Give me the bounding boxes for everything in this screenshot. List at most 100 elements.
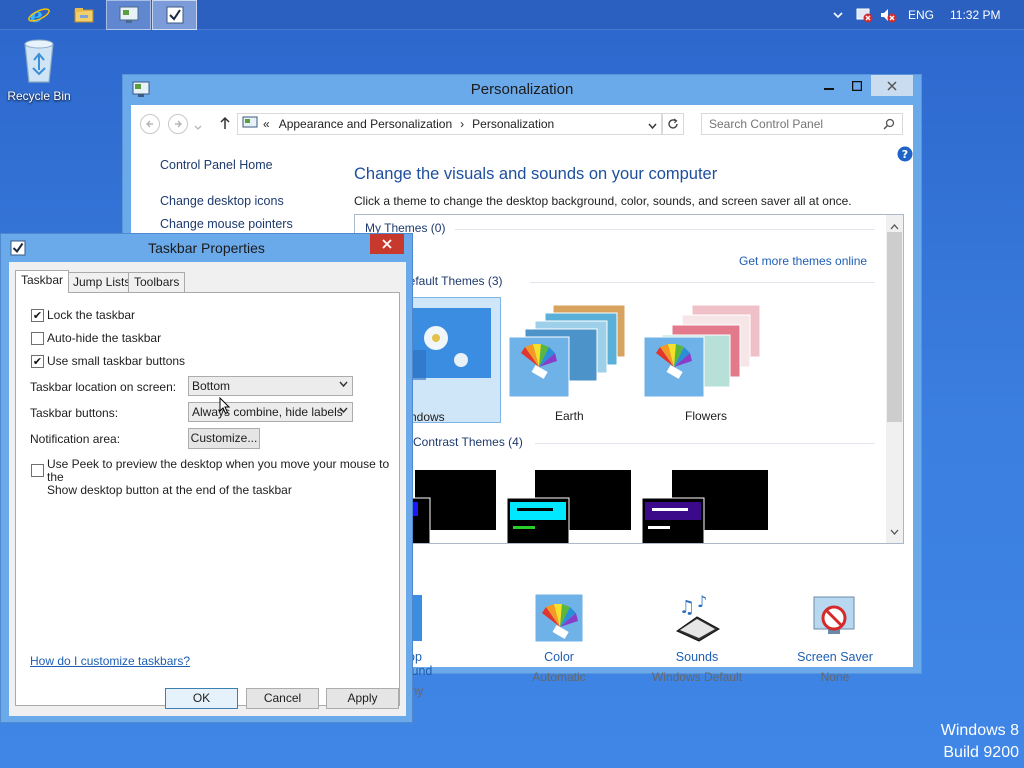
small-buttons-checkbox[interactable]: ✔ bbox=[31, 355, 44, 368]
refresh-icon bbox=[668, 118, 678, 129]
earth-theme-preview-image bbox=[508, 304, 626, 398]
scroll-up-arrow-icon[interactable] bbox=[890, 219, 899, 233]
up-button[interactable] bbox=[219, 116, 231, 133]
minimize-button[interactable] bbox=[815, 75, 843, 96]
network-icon[interactable] bbox=[855, 0, 873, 30]
lock-taskbar-label[interactable]: Lock the taskbar bbox=[47, 308, 135, 322]
control-panel-window-icon bbox=[132, 81, 150, 101]
page-heading: Change the visuals and sounds on your co… bbox=[354, 165, 718, 183]
taskbar-location-select[interactable]: Bottom bbox=[188, 376, 353, 396]
up-arrow-icon bbox=[220, 116, 230, 129]
clock[interactable]: 11:32 PM bbox=[950, 0, 1000, 30]
auto-hide-checkbox[interactable] bbox=[31, 332, 44, 345]
control-panel-taskbar-icon[interactable] bbox=[106, 0, 151, 30]
group-divider bbox=[535, 443, 875, 444]
small-buttons-label[interactable]: Use small taskbar buttons bbox=[47, 354, 185, 368]
change-desktop-icons-link[interactable]: Change desktop icons bbox=[160, 194, 284, 208]
high-contrast-preview-image bbox=[399, 470, 496, 543]
recycle-bin-icon bbox=[24, 39, 54, 83]
help-icon: ? bbox=[897, 146, 913, 162]
recent-pages-chevron-icon[interactable] bbox=[194, 120, 202, 134]
volume-muted-icon[interactable] bbox=[879, 0, 897, 30]
personalization-titlebar[interactable]: Personalization bbox=[123, 75, 921, 105]
sounds-value: Windows Default bbox=[651, 670, 743, 684]
close-button[interactable] bbox=[871, 75, 913, 96]
color-palette-icon bbox=[534, 593, 584, 643]
apply-button[interactable]: Apply bbox=[326, 688, 399, 709]
theme-high-contrast-3[interactable] bbox=[641, 470, 768, 543]
theme-high-contrast-2[interactable] bbox=[506, 470, 632, 543]
theme-earth[interactable]: Earth bbox=[505, 297, 631, 423]
screen-saver-icon bbox=[813, 596, 855, 634]
themes-scrollbar[interactable] bbox=[886, 215, 903, 543]
theme-flowers[interactable]: Flowers bbox=[640, 297, 766, 423]
scroll-down-arrow-icon[interactable] bbox=[890, 525, 899, 539]
taskbar-buttons-select[interactable]: Always combine, hide labels bbox=[188, 402, 353, 422]
color-title: Color bbox=[544, 650, 574, 664]
search-icon[interactable] bbox=[883, 118, 895, 133]
back-button[interactable] bbox=[140, 114, 160, 134]
customize-taskbars-help-link[interactable]: How do I customize taskbars? bbox=[30, 654, 190, 668]
ok-button[interactable]: OK bbox=[165, 688, 238, 709]
screen-saver-link[interactable]: Screen Saver None bbox=[780, 593, 890, 684]
customize-button[interactable]: Customize... bbox=[188, 428, 260, 449]
taskbar-tab-panel: ✔ Lock the taskbar Auto-hide the taskbar… bbox=[15, 292, 400, 706]
svg-text:♫: ♫ bbox=[679, 597, 695, 618]
address-control-panel-icon bbox=[242, 116, 258, 133]
show-hidden-icons-chevron-icon[interactable] bbox=[833, 0, 843, 30]
maximize-button[interactable] bbox=[843, 75, 871, 96]
color-value: Automatic bbox=[532, 670, 586, 684]
chevron-down-icon bbox=[339, 403, 348, 421]
taskbar-buttons-label: Taskbar buttons: bbox=[30, 406, 119, 420]
help-button[interactable]: ? bbox=[897, 146, 913, 165]
search-input[interactable] bbox=[709, 117, 879, 131]
theme-high-contrast-1[interactable] bbox=[399, 470, 496, 543]
page-description: Click a theme to change the desktop back… bbox=[354, 194, 852, 208]
screen-saver-title: Screen Saver bbox=[797, 650, 873, 664]
taskbar-properties-taskbar-icon[interactable] bbox=[152, 0, 197, 30]
refresh-button[interactable] bbox=[662, 113, 684, 135]
tab-taskbar[interactable]: Taskbar bbox=[15, 270, 70, 293]
maximize-icon bbox=[852, 80, 862, 91]
file-explorer-icon[interactable] bbox=[61, 0, 106, 30]
lock-taskbar-checkbox[interactable]: ✔ bbox=[31, 309, 44, 322]
use-peek-checkbox[interactable] bbox=[31, 464, 44, 477]
cancel-button[interactable]: Cancel bbox=[246, 688, 319, 709]
color-link[interactable]: Color Automatic bbox=[504, 593, 614, 684]
sounds-title: Sounds bbox=[675, 650, 719, 664]
tab-toolbars[interactable]: Toolbars bbox=[128, 272, 186, 292]
breadcrumb-separator[interactable]: › bbox=[460, 117, 464, 131]
high-contrast-preview-image bbox=[641, 470, 768, 543]
change-mouse-pointers-link[interactable]: Change mouse pointers bbox=[160, 217, 293, 231]
breadcrumb-overflow[interactable]: « bbox=[263, 117, 270, 131]
address-dropdown-chevron-icon[interactable] bbox=[648, 119, 657, 133]
theme-earth-label: Earth bbox=[555, 409, 584, 423]
scrollbar-thumb[interactable] bbox=[887, 232, 902, 422]
themes-list[interactable]: My Themes (0) Get more themes online Def… bbox=[354, 214, 904, 544]
chevron-down-icon bbox=[339, 377, 348, 395]
tab-jump-lists[interactable]: Jump Lists bbox=[67, 272, 137, 292]
sounds-icon: ♫ ♪ bbox=[675, 592, 721, 642]
get-more-themes-link[interactable]: Get more themes online bbox=[739, 254, 867, 268]
taskbar-buttons-value: Always combine, hide labels bbox=[192, 405, 343, 419]
address-bar[interactable]: « Appearance and Personalization › Perso… bbox=[237, 113, 662, 135]
watermark-edition: Windows 8 bbox=[940, 722, 1019, 739]
close-icon bbox=[887, 80, 897, 91]
use-peek-label[interactable]: Use Peek to preview the desktop when you… bbox=[47, 458, 399, 497]
breadcrumb-appearance[interactable]: Appearance and Personalization bbox=[279, 117, 452, 131]
windows-theme-preview-image bbox=[406, 308, 491, 380]
recycle-bin-desktop-icon[interactable]: Recycle Bin bbox=[6, 38, 72, 103]
group-divider bbox=[455, 229, 875, 230]
dialog-close-button[interactable] bbox=[370, 234, 404, 254]
control-panel-home-link[interactable]: Control Panel Home bbox=[160, 158, 273, 172]
svg-text:♪: ♪ bbox=[697, 593, 707, 611]
language-indicator[interactable]: ENG bbox=[908, 0, 934, 30]
breadcrumb-personalization[interactable]: Personalization bbox=[472, 117, 554, 131]
sounds-link[interactable]: ♫ ♪ Sounds Windows Default bbox=[642, 592, 752, 684]
notification-area-label: Notification area: bbox=[30, 432, 121, 446]
auto-hide-label[interactable]: Auto-hide the taskbar bbox=[47, 331, 161, 345]
internet-explorer-icon[interactable]: e bbox=[16, 0, 61, 30]
taskbar-properties-titlebar[interactable]: Taskbar Properties bbox=[1, 234, 412, 262]
forward-button[interactable] bbox=[168, 114, 188, 134]
search-box[interactable] bbox=[701, 113, 903, 135]
